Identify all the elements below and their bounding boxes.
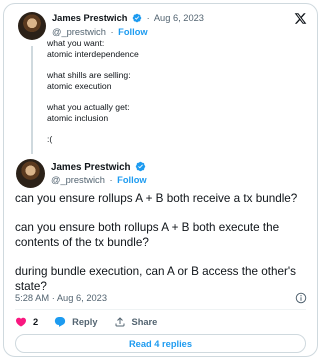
parent-handle-row: @_prestwich · Follow <box>52 26 148 38</box>
main-tweet-header: James Prestwich <box>51 161 146 174</box>
verified-badge-icon <box>136 161 146 172</box>
author-name[interactable]: James Prestwich <box>52 13 127 23</box>
main-handle-row: @_prestwich · Follow <box>51 174 147 186</box>
author-name[interactable]: James Prestwich <box>51 162 131 173</box>
tweet-text-line: atomic interdependence <box>47 48 139 59</box>
tweet-text-line: atomic execution <box>47 80 112 91</box>
avatar[interactable] <box>16 159 45 188</box>
author-handle[interactable]: @_prestwich <box>52 27 106 37</box>
like-button[interactable]: 2 <box>15 316 38 328</box>
tweet-text-line <box>47 91 287 102</box>
tweet-paragraph: during bundle execution, can A or B acce… <box>15 264 296 293</box>
tweet-embed-card: James Prestwich · Aug 6, 2023 @_prestwic… <box>3 3 318 357</box>
parent-tweet[interactable]: James Prestwich · Aug 6, 2023 @_prestwic… <box>4 4 317 156</box>
heart-icon <box>15 317 27 327</box>
parent-tweet-header: James Prestwich · Aug 6, 2023 <box>52 12 204 24</box>
like-count: 2 <box>33 317 39 327</box>
reply-label: Reply <box>72 317 98 327</box>
tweet-text-line: what you want: <box>47 38 105 48</box>
follow-button[interactable]: Follow <box>118 27 147 37</box>
tweet-paragraph: can you ensure rollups A + B both receiv… <box>15 192 298 205</box>
info-icon[interactable] <box>295 292 307 304</box>
read-replies-button[interactable]: Read 4 replies <box>15 334 306 353</box>
main-tweet-text: can you ensure rollups A + B both receiv… <box>15 192 311 294</box>
tweet-text-line <box>47 124 287 135</box>
follow-button[interactable]: Follow <box>117 175 146 185</box>
avatar[interactable] <box>18 12 46 40</box>
reply-bubble-icon <box>55 317 66 327</box>
tweet-text-line: what you actually get: <box>47 102 130 113</box>
share-label: Share <box>131 317 158 327</box>
tweet-timestamp[interactable]: 5:28 AM · Aug 6, 2023 <box>15 292 107 304</box>
x-logo-icon[interactable] <box>294 12 307 25</box>
tweet-paragraph: can you ensure both rollups A + B both e… <box>15 221 280 249</box>
tweet-text-line <box>47 59 287 70</box>
tweet-text-line: atomic inclusion <box>47 112 109 123</box>
reply-button[interactable]: Reply <box>54 316 98 328</box>
verified-badge-icon <box>132 13 142 23</box>
tweet-text-line: :( <box>47 134 53 145</box>
share-button[interactable]: Share <box>114 316 158 328</box>
separator-dot: · <box>146 13 150 23</box>
separator-dot: · <box>109 175 113 185</box>
tweet-text-line: what shills are selling: <box>47 70 131 81</box>
share-icon <box>115 317 124 327</box>
tweet-actions: 2 Reply Share <box>15 315 173 329</box>
divider <box>15 309 306 310</box>
parent-tweet-text: what you want: atomic interdependence wh… <box>47 38 287 145</box>
separator-dot: · <box>110 27 114 37</box>
tweet-date[interactable]: Aug 6, 2023 <box>154 13 204 23</box>
author-handle[interactable]: @_prestwich <box>51 175 105 185</box>
thread-connector-line <box>31 46 33 154</box>
